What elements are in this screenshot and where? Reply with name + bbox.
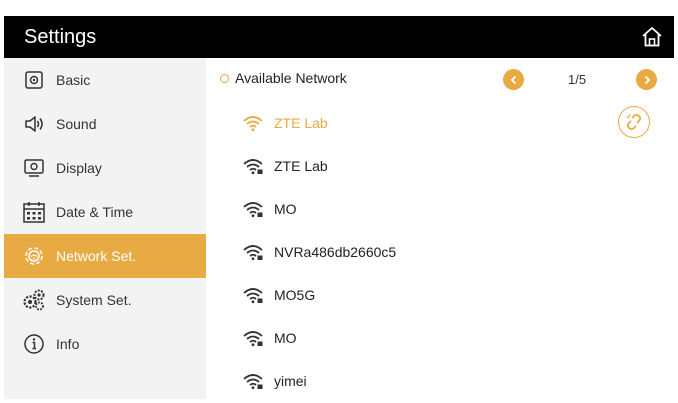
- sidebar-item-display[interactable]: Display: [4, 146, 206, 190]
- sidebar-item-sound[interactable]: Sound: [4, 102, 206, 146]
- wifi-locked-icon: [243, 373, 263, 389]
- sidebar-item-label: Info: [56, 336, 80, 352]
- network-row[interactable]: MO5G: [206, 273, 674, 316]
- network-name: ZTE Lab: [274, 114, 328, 131]
- wifi-locked-icon: [243, 244, 263, 260]
- info-icon: [22, 332, 46, 356]
- sidebar-item-label: Date & Time: [56, 204, 134, 220]
- network-name: NVRa486db2660c5: [274, 243, 397, 260]
- home-icon[interactable]: [640, 25, 664, 49]
- sidebar-item-label: System Set.: [56, 292, 132, 308]
- basic-icon: [22, 68, 46, 92]
- header-bar: Settings: [4, 16, 674, 58]
- network-row[interactable]: MO: [206, 316, 674, 359]
- network-row[interactable]: NVRa486db2660c5: [206, 230, 674, 273]
- page-indicator: 1/5: [568, 72, 587, 87]
- speaker-icon: [22, 112, 46, 136]
- sidebar-item-label: Basic: [56, 72, 91, 88]
- broken-link-icon: [626, 114, 642, 130]
- calendar-icon: [22, 200, 46, 224]
- next-page-button[interactable]: [636, 69, 657, 90]
- wifi-locked-icon: [243, 287, 263, 303]
- network-name: MO: [274, 200, 297, 217]
- network-name: ZTE Lab: [274, 157, 328, 174]
- sidebar-item-label: Network Set.: [56, 248, 137, 264]
- disconnect-link-button[interactable]: [618, 106, 650, 138]
- sidebar-item-basic[interactable]: Basic: [4, 58, 206, 102]
- section-header: Available Network: [220, 70, 347, 86]
- sidebar: Basic Sound Display Date & Time Network …: [4, 58, 206, 399]
- gears-icon: [22, 288, 46, 312]
- network-list: ZTE Lab ZTE Lab MO NVRa486db2660c5 MO5G …: [206, 101, 674, 402]
- prev-page-button[interactable]: [503, 69, 524, 90]
- chevron-right-icon: [644, 75, 650, 84]
- wifi-icon: [243, 115, 263, 131]
- display-icon: [22, 156, 46, 180]
- settings-window: Settings Basic Sound Display Date & Time…: [4, 2, 674, 399]
- network-panel: Available Network 1/5 ZTE Lab ZTE Lab MO…: [206, 58, 674, 399]
- sidebar-item-label: Display: [56, 160, 102, 176]
- chevron-left-icon: [510, 75, 516, 84]
- network-row[interactable]: MO: [206, 187, 674, 230]
- circle-bullet-icon: [220, 73, 229, 83]
- sidebar-item-info[interactable]: Info: [4, 322, 206, 366]
- sidebar-item-date-time[interactable]: Date & Time: [4, 190, 206, 234]
- network-gear-icon: [22, 244, 46, 268]
- wifi-locked-icon: [243, 201, 263, 217]
- network-row[interactable]: ZTE Lab: [206, 101, 674, 144]
- page-title: Settings: [24, 25, 97, 48]
- sidebar-item-label: Sound: [56, 116, 97, 132]
- wifi-locked-icon: [243, 330, 263, 346]
- sidebar-item-network-set[interactable]: Network Set.: [4, 234, 206, 278]
- network-name: MO: [274, 329, 297, 346]
- sidebar-item-system-set[interactable]: System Set.: [4, 278, 206, 322]
- network-name: MO5G: [274, 286, 316, 303]
- network-name: yimei: [274, 372, 307, 389]
- network-row[interactable]: ZTE Lab: [206, 144, 674, 187]
- section-title: Available Network: [235, 70, 347, 86]
- network-row[interactable]: yimei: [206, 359, 674, 402]
- wifi-locked-icon: [243, 158, 263, 174]
